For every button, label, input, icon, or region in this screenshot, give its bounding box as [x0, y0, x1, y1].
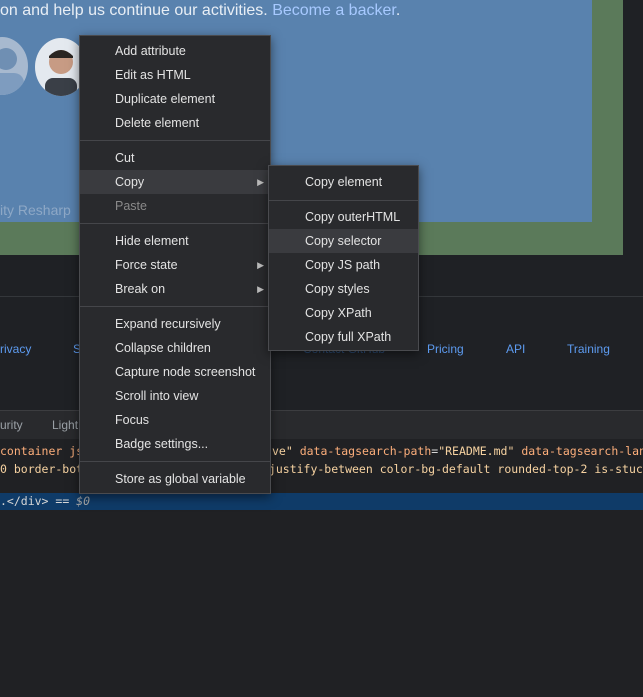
sponsor-text-suffix: .	[395, 2, 401, 19]
footer-link-pricing[interactable]: Pricing	[427, 342, 464, 356]
menu-item-paste: Paste	[115, 199, 147, 213]
menu-item-force-state-label: Force state	[115, 258, 178, 272]
menu-item-cut[interactable]: Cut	[80, 146, 270, 170]
menu-item-duplicate-element[interactable]: Duplicate element	[80, 87, 270, 111]
menu-item-edit-as-html[interactable]: Edit as HTML	[80, 63, 270, 87]
dom-line-2-classes[interactable]: -justify-between color-bg-default rounde…	[262, 462, 643, 476]
submenu-item-copy-styles[interactable]: Copy styles	[269, 277, 418, 301]
footer-link-api[interactable]: API	[506, 342, 525, 356]
menu-item-copy-label: Copy	[115, 175, 145, 189]
menu-item-break-on-label: Break on	[115, 282, 166, 296]
copy-submenu: Copy element Copy outerHTML Copy selecto…	[268, 165, 419, 351]
footer-link-privacy[interactable]: rivacy	[0, 342, 31, 356]
faded-sponsor-name: ity Resharp	[0, 202, 71, 218]
chevron-right-icon: ▶	[257, 284, 264, 294]
menu-item-scroll-into-view[interactable]: Scroll into view	[80, 384, 270, 408]
chevron-right-icon: ▶	[257, 260, 264, 270]
menu-item-delete-element[interactable]: Delete element	[80, 111, 270, 135]
tab-lighthouse[interactable]: Light	[52, 418, 78, 432]
tab-security[interactable]: urity	[0, 418, 23, 432]
footer-link-training[interactable]: Training	[567, 342, 610, 356]
selected-dom-node[interactable]: .</div> == $0	[0, 493, 643, 510]
selected-node-ref: $0	[76, 494, 91, 508]
menu-separator	[80, 306, 270, 307]
dom-line-1[interactable]: container js-	[0, 444, 90, 458]
menu-separator	[269, 200, 418, 201]
backer-avatar[interactable]	[0, 37, 28, 95]
menu-separator	[80, 461, 270, 462]
menu-item-badge-settings[interactable]: Badge settings...	[80, 432, 270, 456]
menu-item-break-on[interactable]: Break on ▶	[80, 277, 270, 301]
submenu-item-copy-full-xpath[interactable]: Copy full XPath	[269, 325, 418, 349]
submenu-item-copy-xpath[interactable]: Copy XPath	[269, 301, 418, 325]
submenu-item-copy-js-path[interactable]: Copy JS path	[269, 253, 418, 277]
selected-node-tag: .</div>	[0, 494, 49, 508]
menu-item-force-state[interactable]: Force state ▶	[80, 253, 270, 277]
dom-line-1-attrs[interactable]: ve" data-tagsearch-path="README.md" data…	[272, 444, 643, 458]
menu-item-copy[interactable]: Copy ▶	[80, 170, 270, 194]
menu-item-focus[interactable]: Focus	[80, 408, 270, 432]
submenu-item-copy-selector[interactable]: Copy selector	[269, 229, 418, 253]
chevron-right-icon: ▶	[257, 177, 264, 187]
become-backer-link[interactable]: Become a backer	[272, 2, 396, 19]
menu-item-capture-node-screenshot[interactable]: Capture node screenshot	[80, 360, 270, 384]
menu-separator	[80, 223, 270, 224]
menu-item-hide-element[interactable]: Hide element	[80, 229, 270, 253]
menu-separator	[80, 140, 270, 141]
sponsor-text: on and help us continue our activities. …	[0, 2, 400, 20]
menu-item-add-attribute[interactable]: Add attribute	[80, 39, 270, 63]
dom-line-2[interactable]: 0 border-bott	[0, 462, 90, 476]
menu-item-store-as-global-variable[interactable]: Store as global variable	[80, 467, 270, 491]
sponsor-text-prefix: on and help us continue our activities.	[0, 2, 268, 19]
menu-item-expand-recursively[interactable]: Expand recursively	[80, 312, 270, 336]
submenu-item-copy-outerhtml[interactable]: Copy outerHTML	[269, 205, 418, 229]
submenu-item-copy-element[interactable]: Copy element	[269, 170, 418, 194]
context-menu: Add attribute Edit as HTML Duplicate ele…	[79, 35, 271, 494]
menu-item-collapse-children[interactable]: Collapse children	[80, 336, 270, 360]
person-icon	[0, 48, 24, 95]
